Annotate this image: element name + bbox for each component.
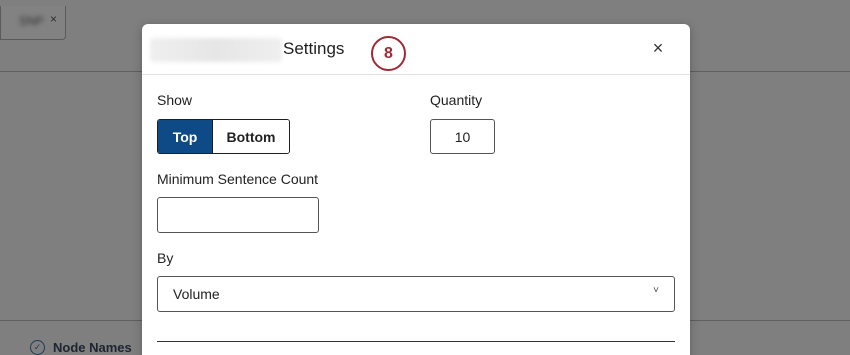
background-tab: SNP × [0, 6, 66, 40]
by-label: By [157, 250, 174, 266]
divider [157, 341, 675, 342]
min-sentence-count-input[interactable] [157, 197, 319, 233]
show-toggle-group: Top Bottom [157, 119, 290, 154]
quantity-input[interactable] [430, 119, 495, 154]
step-badge: 8 [371, 36, 406, 71]
close-button[interactable]: × [648, 38, 668, 58]
modal-header: Settings 8 × [142, 24, 690, 75]
modal-title: Settings [283, 39, 345, 58]
background-tab-label: SNP [19, 14, 44, 28]
close-icon: × [49, 12, 57, 26]
min-sentence-count-label: Minimum Sentence Count [157, 171, 319, 187]
quantity-label: Quantity [430, 92, 483, 108]
by-select[interactable]: Volume ˅ [157, 276, 675, 312]
show-label: Show [157, 92, 193, 108]
settings-modal: Settings 8 × Show Top Bottom Quantity Mi… [142, 24, 690, 355]
check-circle-icon: ✓ [30, 340, 45, 355]
bottom-toggle-button[interactable]: Bottom [212, 120, 289, 153]
by-select-value: Volume [173, 286, 220, 302]
node-names-item: ✓ Node Names [30, 340, 132, 355]
node-names-label: Node Names [53, 340, 132, 355]
chevron-down-icon: ˅ [653, 285, 659, 296]
redacted-title-prefix [150, 38, 282, 62]
top-toggle-button[interactable]: Top [158, 120, 212, 153]
